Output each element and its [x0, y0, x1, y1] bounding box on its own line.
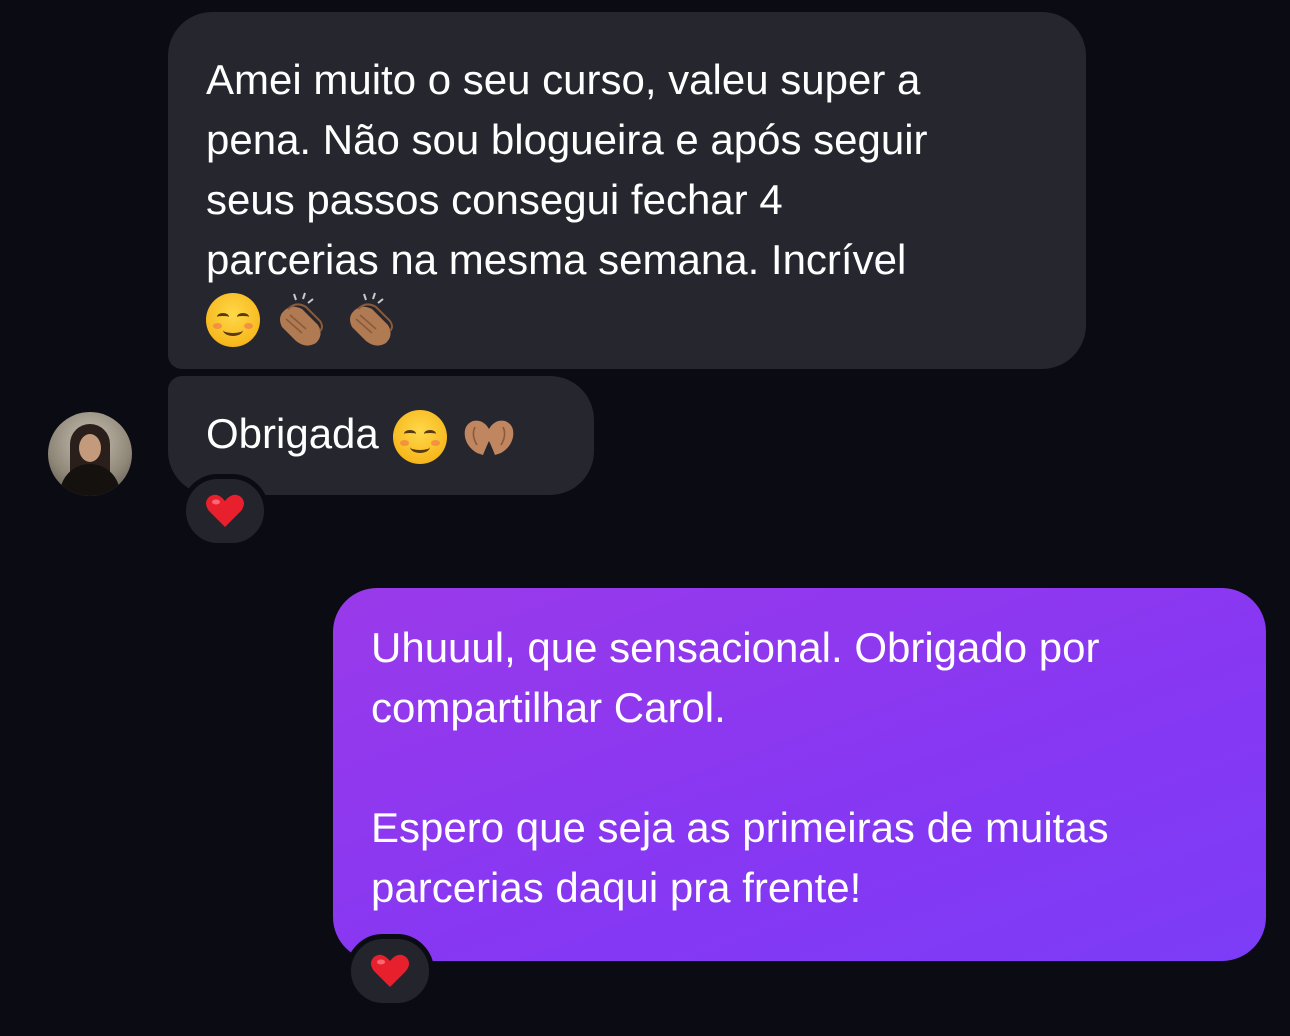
- red-heart-icon: [371, 954, 409, 987]
- message-text: Obrigada: [206, 410, 379, 457]
- emoji-row: [206, 290, 1050, 350]
- chat-thread: Amei muito o seu curso, valeu super a pe…: [0, 0, 1290, 1036]
- smiling-face-emoji-icon: [392, 409, 447, 464]
- heart-hands-emoji-icon: [464, 420, 514, 455]
- clapping-hands-emoji-icon: [350, 292, 393, 346]
- contact-avatar[interactable]: [48, 412, 132, 496]
- heart-reaction[interactable]: [346, 934, 434, 1008]
- message-text-line: seus passos consegui fechar 4: [206, 176, 783, 223]
- heart-reaction[interactable]: [181, 474, 269, 548]
- outgoing-message-bubble[interactable]: Uhuuul, que sensacional. Obrigado por co…: [333, 588, 1266, 961]
- message-text-line: Uhuuul, que sensacional. Obrigado por: [371, 624, 1100, 671]
- incoming-message-bubble[interactable]: Amei muito o seu curso, valeu super a pe…: [168, 12, 1086, 369]
- message-text-line: parcerias daqui pra frente!: [371, 864, 862, 911]
- clapping-hands-emoji-icon: [280, 292, 323, 346]
- emoji-row: [392, 409, 521, 464]
- red-heart-icon: [206, 494, 244, 527]
- message-text-line: pena. Não sou blogueira e após seguir: [206, 116, 928, 163]
- message-text-line: compartilhar Carol.: [371, 684, 726, 731]
- message-text-line: Espero que seja as primeiras de muitas: [371, 804, 1109, 851]
- message-text-line: Obrigada: [206, 404, 558, 464]
- message-text-line: parcerias na mesma semana. Incrível: [206, 236, 907, 283]
- message-text-line: Amei muito o seu curso, valeu super a: [206, 56, 921, 103]
- smiling-face-emoji-icon: [206, 293, 260, 347]
